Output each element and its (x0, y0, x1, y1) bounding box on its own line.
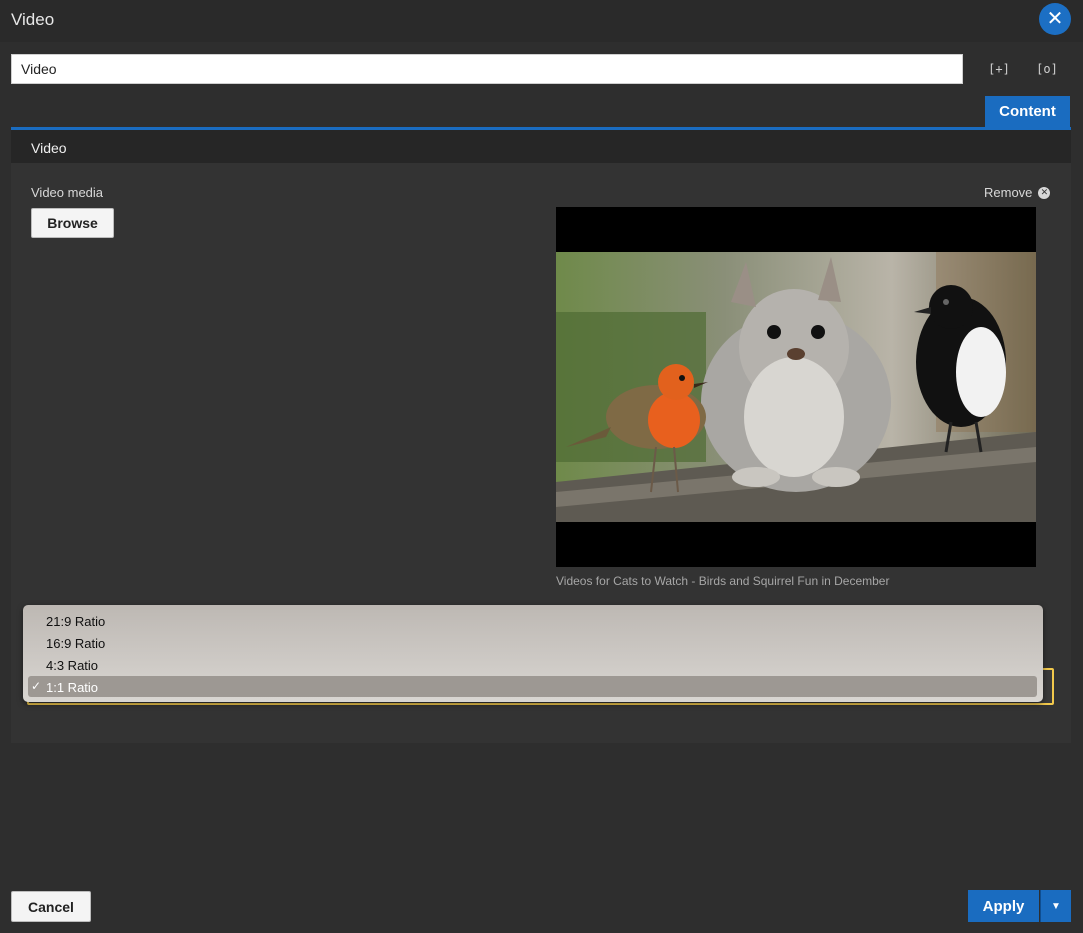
ratio-option-1-1[interactable]: 1:1 Ratio (46, 680, 98, 695)
remove-icon: ✕ (1038, 186, 1051, 199)
apply-options-button[interactable]: ▼ (1040, 890, 1071, 922)
video-thumbnail (556, 252, 1036, 522)
ratio-dropdown-list: 21:9 Ratio 16:9 Ratio 4:3 Ratio ✓ 1:1 Ra… (23, 605, 1043, 702)
section-header (11, 130, 1071, 163)
video-caption: Videos for Cats to Watch - Birds and Squ… (556, 574, 890, 588)
ratio-option-highlight (28, 676, 1037, 697)
modal-title: Video (11, 10, 55, 29)
block-name-input[interactable] (11, 54, 963, 84)
browse-button[interactable]: Browse (31, 208, 114, 238)
ratio-option-4-3[interactable]: 4:3 Ratio (46, 658, 98, 673)
section-title: Video (31, 140, 67, 156)
caret-down-icon: ▼ (1051, 900, 1061, 912)
tab-content[interactable]: Content (985, 96, 1070, 127)
apply-button[interactable]: Apply (968, 890, 1039, 922)
video-media-label: Video media (31, 185, 104, 200)
cancel-button[interactable]: Cancel (11, 891, 91, 922)
ratio-option-21-9[interactable]: 21:9 Ratio (46, 614, 105, 629)
remove-button[interactable]: Remove ✕ (984, 185, 1051, 200)
preview-icon[interactable]: [o] (1036, 60, 1058, 78)
remove-label: Remove (984, 185, 1033, 200)
modal-header (0, 0, 1083, 42)
check-icon: ✓ (31, 679, 42, 693)
expand-icon[interactable]: [+] (988, 60, 1010, 78)
ratio-option-16-9[interactable]: 16:9 Ratio (46, 636, 105, 651)
close-button[interactable]: ✕ (1039, 3, 1071, 35)
close-icon: ✕ (1046, 8, 1064, 30)
